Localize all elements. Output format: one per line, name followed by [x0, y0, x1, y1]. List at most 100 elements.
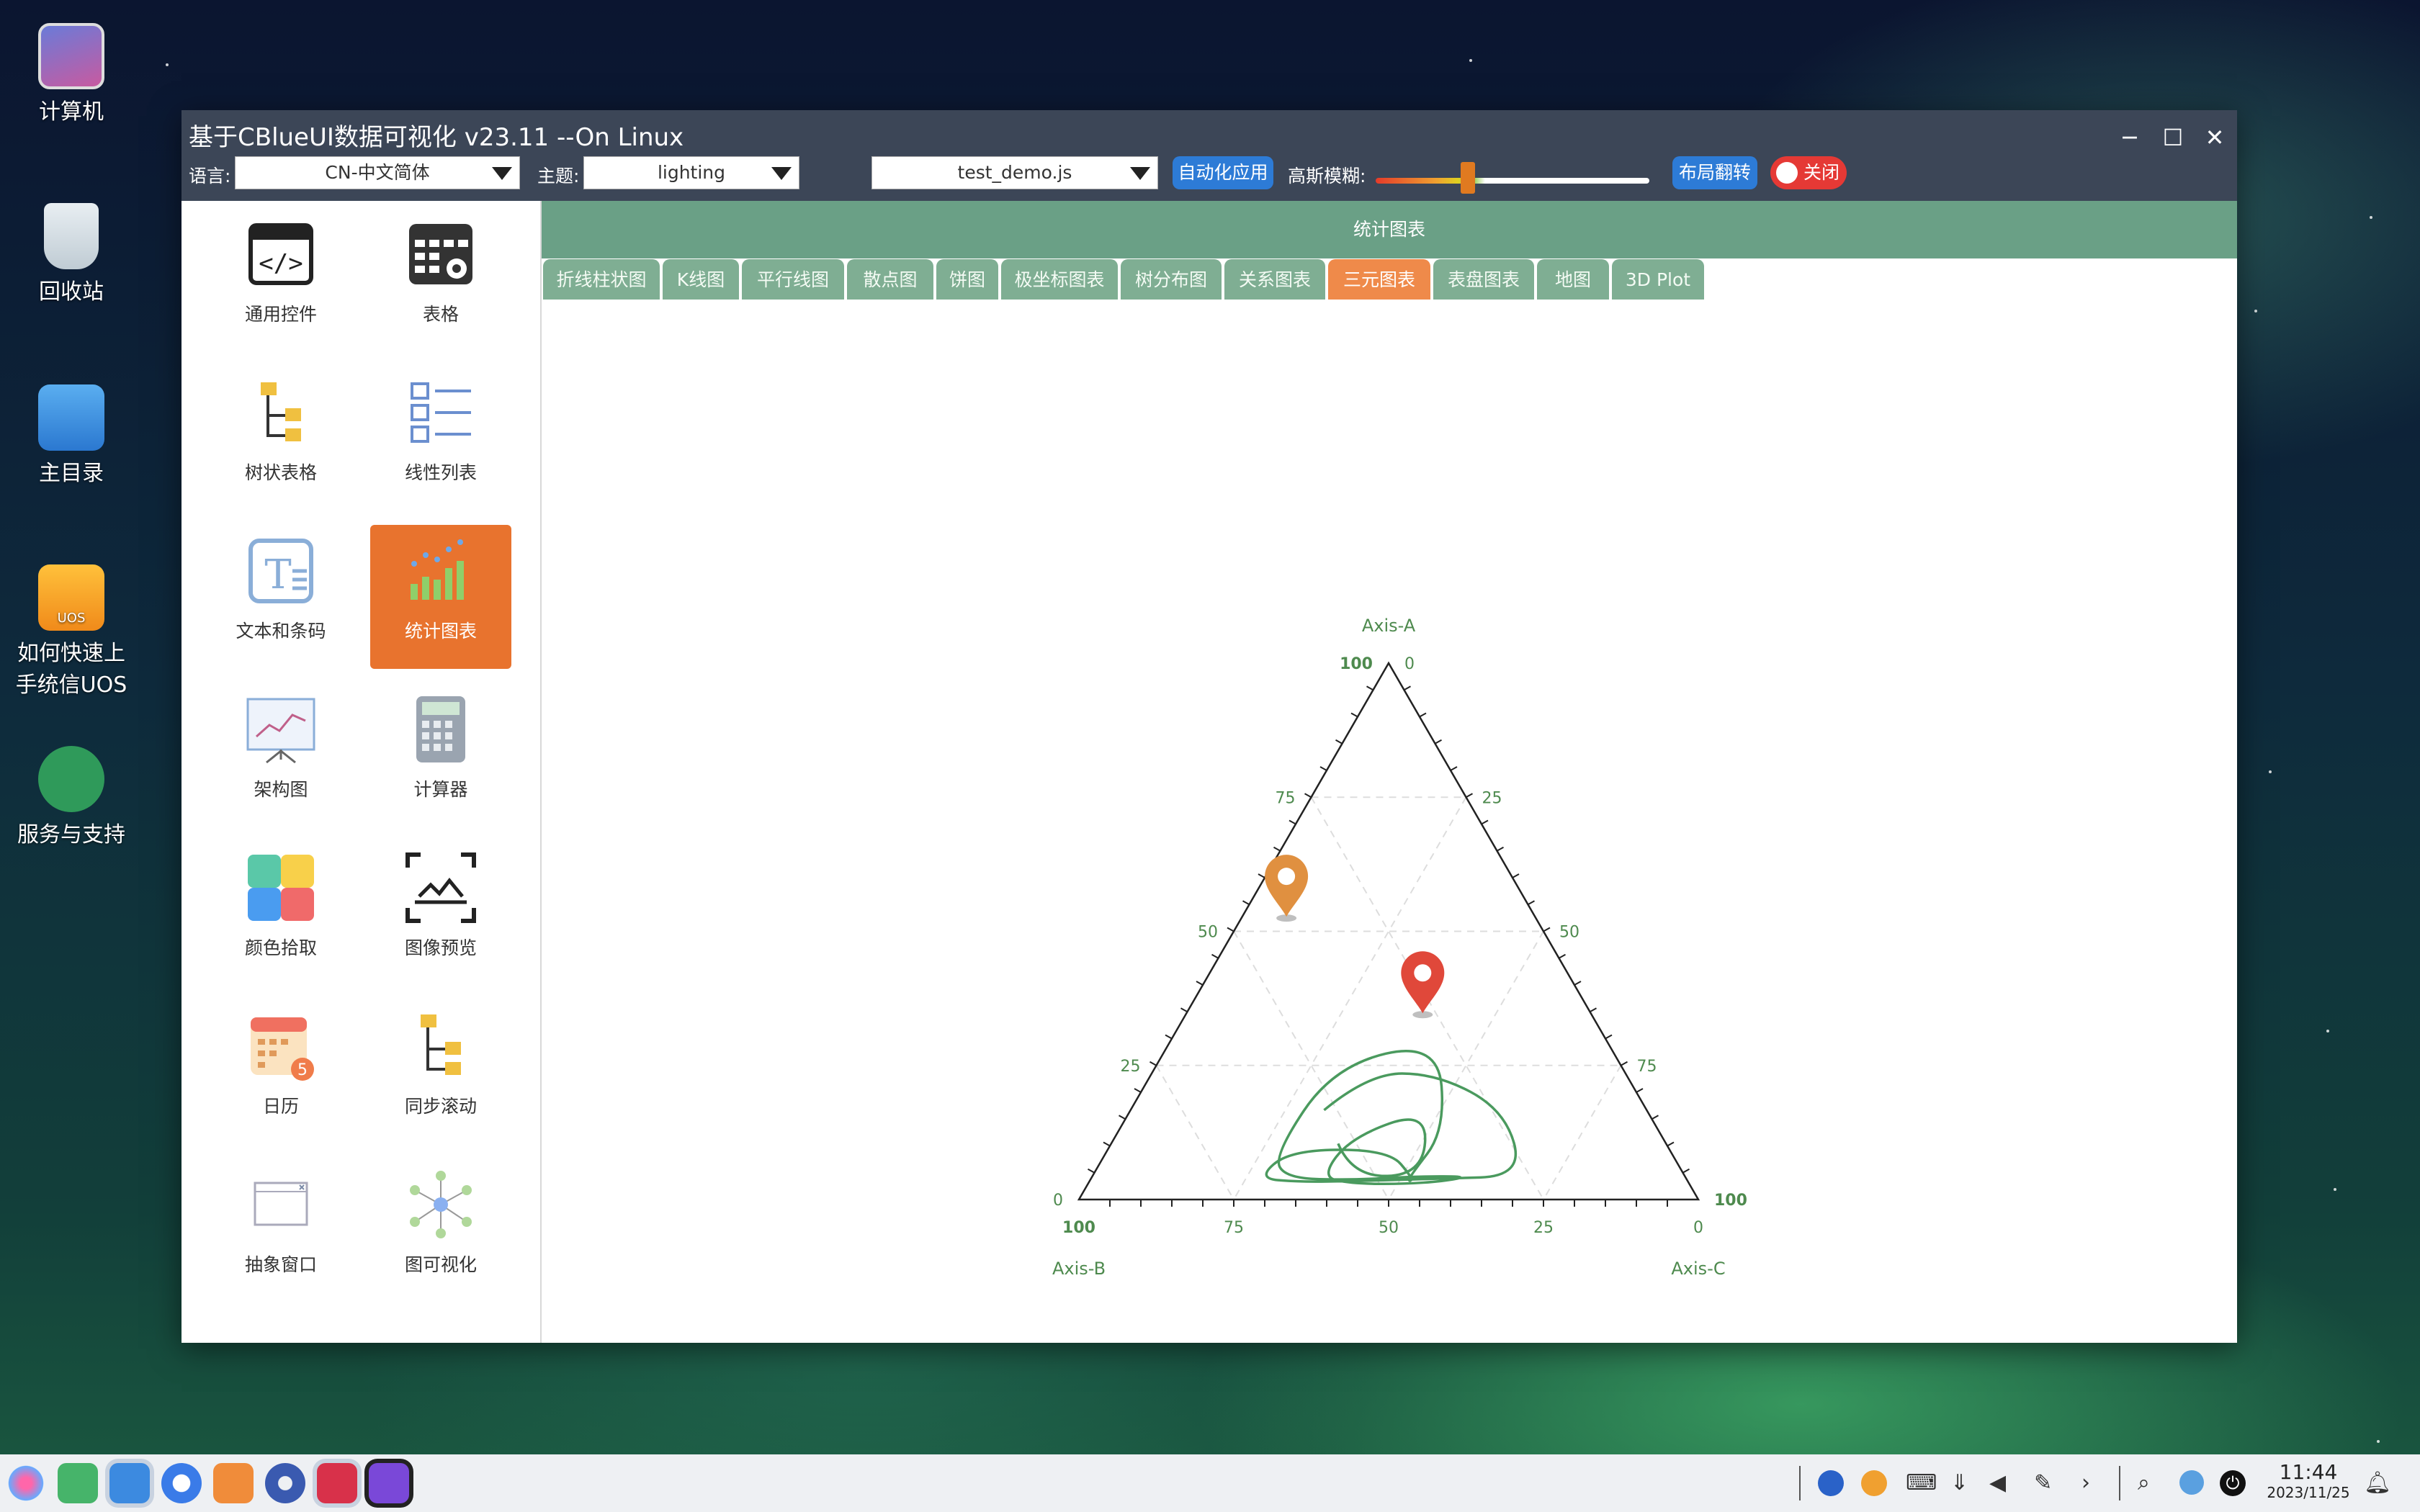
chevron-down-icon: [1130, 167, 1150, 180]
window-title: 基于CBlueUI数据可视化 v23.11 --On Linux: [189, 123, 684, 152]
notification-bell-icon[interactable]: 🔔︎: [2364, 1470, 2391, 1495]
sidebar-item-general-controls[interactable]: </> 通用控件: [210, 208, 351, 352]
blur-slider[interactable]: [1376, 178, 1649, 184]
title-bar: 基于CBlueUI数据可视化 v23.11 --On Linux ─ ☐ ✕ 语…: [182, 110, 2237, 201]
desktop-icon-computer[interactable]: 计算机: [14, 23, 128, 128]
pen-icon[interactable]: ✎: [2034, 1470, 2052, 1495]
desktop-icon-trash[interactable]: 回收站: [14, 203, 128, 308]
tick-mark: [1335, 739, 1343, 744]
sidebar-item-abstract-window[interactable]: 抽象窗口: [210, 1158, 351, 1302]
desktop-icon-label: 回收站: [39, 279, 104, 305]
tab-gauge[interactable]: 表盘图表: [1433, 259, 1534, 300]
tick-mark: [1574, 981, 1582, 986]
launcher-icon[interactable]: [6, 1463, 46, 1503]
desktop-icon-uos-guide[interactable]: UOS 如何快速上手统信UOS: [14, 564, 128, 701]
tab-ternary[interactable]: 三元图表: [1328, 259, 1430, 300]
power-icon[interactable]: ⏻: [2220, 1470, 2246, 1496]
toggle-label: 关闭: [1803, 162, 1840, 183]
tab-scatter[interactable]: 散点图: [847, 259, 933, 300]
settings-icon[interactable]: [265, 1463, 305, 1503]
axis-a-tick-label: 75: [1276, 789, 1296, 807]
toggle-knob: [1776, 162, 1798, 184]
tab-relation[interactable]: 关系图表: [1224, 259, 1325, 300]
uos-id-icon[interactable]: [1818, 1470, 1844, 1496]
map-pin-marker[interactable]: [1265, 855, 1309, 922]
minimize-button[interactable]: ─: [2112, 123, 2148, 152]
graph-network-icon: [410, 1171, 472, 1238]
app-window: 基于CBlueUI数据可视化 v23.11 --On Linux ─ ☐ ✕ 语…: [182, 110, 2237, 1343]
search-icon[interactable]: ⌕: [2138, 1470, 2150, 1495]
app-store-icon[interactable]: [109, 1463, 150, 1503]
maximize-button[interactable]: ☐: [2155, 123, 2191, 152]
sidebar-item-label: 图像预览: [404, 937, 477, 958]
tick-mark: [1366, 685, 1373, 691]
desktop-icon-support[interactable]: 服务与支持: [14, 746, 128, 851]
tab-parallel[interactable]: 平行线图: [742, 259, 844, 300]
axis-c-tick-label: 75: [1637, 1058, 1657, 1076]
tick-mark: [1196, 981, 1204, 986]
sidebar-item-statistics-chart[interactable]: 统计图表: [370, 525, 511, 669]
code-window-icon: </>: [248, 223, 313, 285]
chart-area: 100 75 50 25 0 0 25 50 75 100 100 75 50 25 0 Axis-A Axis…: [542, 300, 2237, 1343]
sidebar-item-label: 日历: [262, 1096, 299, 1117]
layout-flip-button[interactable]: 布局翻转: [1672, 156, 1757, 189]
sidebar-item-calculator[interactable]: 计算器: [370, 683, 511, 827]
chevron-right-icon[interactable]: ›: [2081, 1470, 2090, 1495]
tick-mark: [1497, 846, 1504, 852]
desktop-icon-home[interactable]: 主目录: [14, 384, 128, 490]
close-toggle[interactable]: 关闭: [1770, 156, 1847, 189]
auto-apply-button[interactable]: 自动化应用: [1173, 156, 1273, 189]
tab-pie[interactable]: 饼图: [936, 259, 998, 300]
volume-mute-icon[interactable]: ◀: [1989, 1470, 2006, 1495]
sidebar-item-color-picker[interactable]: 颜色拾取: [210, 842, 351, 986]
clock-time: 11:44: [2279, 1460, 2338, 1484]
sidebar-item-label: 抽象窗口: [244, 1254, 317, 1275]
map-pin-marker[interactable]: [1401, 951, 1445, 1019]
tick-mark: [1088, 1168, 1095, 1174]
taskbar: ⌨ ⇓ ◀ ✎ › ⌕ ⏻ 11:44 2023/11/25 🔔︎: [0, 1454, 2420, 1512]
tab-3d-plot[interactable]: 3D Plot: [1612, 259, 1704, 300]
keyboard-icon[interactable]: ⌨: [1906, 1470, 1937, 1495]
tick-mark: [1682, 1168, 1690, 1174]
tab-kline[interactable]: K线图: [663, 259, 739, 300]
network-icon[interactable]: [2179, 1470, 2204, 1495]
blur-slider-thumb[interactable]: [1461, 162, 1475, 194]
theme-select[interactable]: lighting: [583, 156, 799, 189]
sidebar-item-calendar[interactable]: 5 日历: [210, 1000, 351, 1144]
axis-c-tick-label: 50: [1559, 924, 1579, 942]
clock[interactable]: 11:44 2023/11/25: [2262, 1460, 2355, 1501]
theme-label: 主题:: [537, 166, 580, 186]
tab-tree-distribution[interactable]: 树分布图: [1121, 259, 1222, 300]
sidebar-item-sync-scroll[interactable]: 同步滚动: [370, 1000, 511, 1144]
grid-line: [1155, 1065, 1234, 1200]
tick-mark: [1652, 1115, 1659, 1120]
tab-polar[interactable]: 极坐标图表: [1001, 259, 1118, 300]
script-select[interactable]: test_demo.js: [871, 156, 1158, 189]
sidebar-item-architecture[interactable]: 架构图: [210, 683, 351, 827]
sidebar-item-tree-table[interactable]: 树状表格: [210, 366, 351, 510]
axis-a-tick-label: 100: [1340, 655, 1373, 673]
usb-icon[interactable]: ⇓: [1950, 1470, 1968, 1495]
viewer-icon[interactable]: [369, 1463, 409, 1503]
tick-mark: [1636, 1088, 1644, 1093]
tab-line-bar[interactable]: 折线柱状图: [543, 259, 660, 300]
sidebar-item-linear-list[interactable]: 线性列表: [370, 366, 511, 510]
terminal-icon[interactable]: [317, 1463, 357, 1503]
u-icon[interactable]: [1861, 1470, 1887, 1496]
sidebar-item-label: 架构图: [254, 779, 308, 800]
sidebar-item-image-preview[interactable]: 图像预览: [370, 842, 511, 986]
abstract-window-icon: [254, 1182, 308, 1226]
sidebar-item-graph-visualization[interactable]: 图可视化: [370, 1158, 511, 1302]
store-icon[interactable]: [213, 1463, 254, 1503]
sidebar-item-table[interactable]: 表格: [370, 208, 511, 352]
file-manager-icon[interactable]: [58, 1463, 98, 1503]
tick-mark: [1466, 793, 1473, 798]
sidebar-item-text-barcode[interactable]: T 文本和条码: [210, 525, 351, 669]
browser-icon[interactable]: [161, 1463, 202, 1503]
language-select[interactable]: CN-中文简体: [235, 156, 520, 189]
tab-map[interactable]: 地图: [1537, 259, 1609, 300]
image-preview-icon: [405, 852, 476, 923]
sync-scroll-icon: [421, 1014, 461, 1075]
ternary-chart[interactable]: 100 75 50 25 0 0 25 50 75 100 100 75 50 25 0 Axis-A Axis…: [542, 300, 2237, 1343]
close-button[interactable]: ✕: [2197, 123, 2233, 152]
